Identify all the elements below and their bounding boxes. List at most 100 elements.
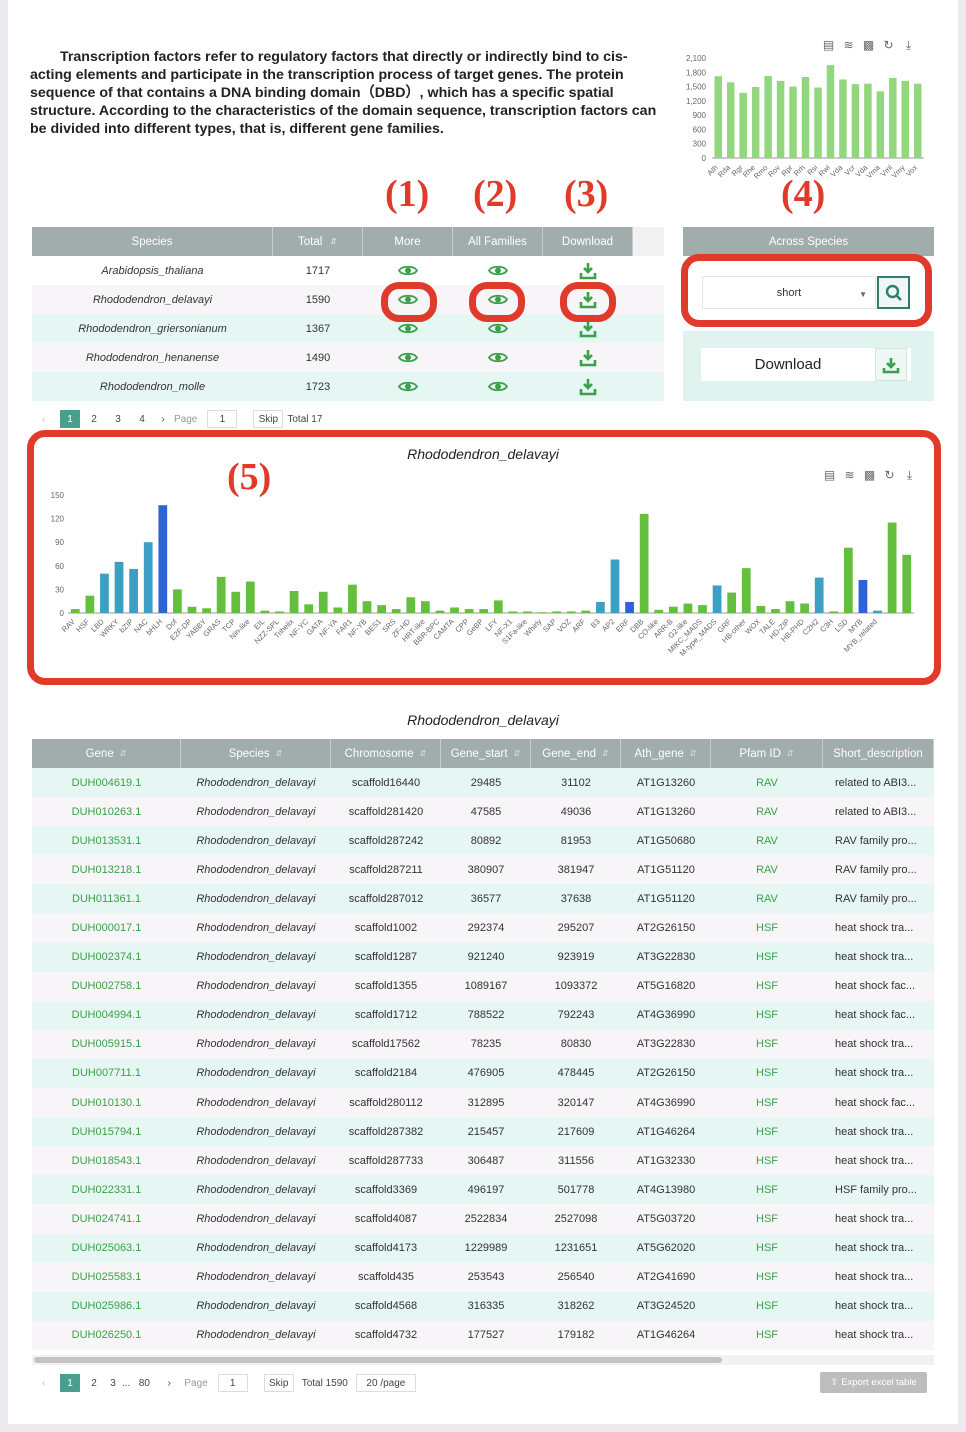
family-bar[interactable] (420, 601, 430, 613)
families-eye-icon[interactable] (453, 372, 543, 401)
sort-icon[interactable]: ⇵ (420, 749, 427, 758)
gene-id-link[interactable]: DUH010130.1 (32, 1088, 181, 1117)
family-bar[interactable] (362, 601, 372, 613)
family-bar[interactable] (216, 576, 226, 613)
family-bar[interactable] (683, 603, 693, 613)
download-icon[interactable] (543, 256, 633, 285)
sort-icon[interactable]: ⇵ (276, 749, 283, 758)
family-bar[interactable] (114, 561, 124, 613)
pfam-id-link[interactable]: HSF (711, 1030, 823, 1059)
pfam-id-link[interactable]: HSF (711, 1204, 823, 1233)
species-bar[interactable] (714, 76, 722, 158)
species-bar[interactable] (751, 87, 760, 158)
gene-id-link[interactable]: DUH000017.1 (32, 913, 181, 942)
family-bar[interactable] (727, 592, 737, 613)
family-bar[interactable] (143, 542, 153, 613)
family-bar[interactable] (202, 608, 211, 613)
page-4[interactable]: 4 (132, 410, 152, 428)
family-bar[interactable] (508, 611, 518, 613)
gene-col-header[interactable]: Gene ⇵ (32, 739, 181, 768)
gene-id-link[interactable]: DUH004619.1 (32, 768, 181, 797)
gene-id-link[interactable]: DUH025063.1 (32, 1234, 181, 1263)
species-bar[interactable] (889, 78, 897, 158)
species-bar[interactable] (901, 80, 910, 158)
page-2[interactable]: 2 (84, 410, 104, 428)
family-bar[interactable] (756, 605, 766, 613)
family-bar[interactable] (566, 611, 576, 613)
family-bar[interactable] (377, 605, 386, 613)
family-bar[interactable] (610, 559, 620, 613)
more-eye-icon[interactable] (363, 372, 453, 401)
col-species[interactable]: Species (32, 227, 273, 256)
pfam-id-link[interactable]: HSF (711, 913, 823, 942)
sort-icon[interactable]: ⇵ (787, 749, 794, 758)
pfam-id-link[interactable]: HSF (711, 1001, 823, 1030)
family-bar[interactable] (391, 609, 401, 613)
species-bar[interactable] (801, 77, 810, 158)
gene-id-link[interactable]: DUH013218.1 (32, 855, 181, 884)
gene-id-link[interactable]: DUH025986.1 (32, 1292, 181, 1321)
family-bar[interactable] (406, 597, 416, 613)
family-bar[interactable] (333, 607, 343, 613)
pfam-id-link[interactable]: HSF (711, 1146, 823, 1175)
family-bar[interactable] (843, 547, 853, 613)
pfam-id-link[interactable]: HSF (711, 1175, 823, 1204)
family-bar[interactable] (668, 606, 678, 613)
page-2[interactable]: 2 (84, 1374, 104, 1392)
sort-icon[interactable]: ⇵ (514, 749, 521, 758)
page-3[interactable]: 3 (108, 410, 128, 428)
family-bar[interactable] (231, 591, 241, 613)
pfam-id-link[interactable]: RAV (711, 855, 823, 884)
pfam-id-link[interactable]: HSF (711, 1117, 823, 1146)
family-bar[interactable] (596, 601, 605, 613)
gene-id-link[interactable]: DUH015794.1 (32, 1117, 181, 1146)
family-bar[interactable] (698, 605, 707, 613)
family-bar[interactable] (741, 568, 751, 613)
page-3[interactable]: 3 (108, 1374, 118, 1392)
family-bar[interactable] (625, 601, 634, 613)
download-icon[interactable] (543, 343, 633, 372)
gene-col-header[interactable]: Short_description (823, 739, 934, 768)
more-eye-icon[interactable] (363, 256, 453, 285)
scrollbar-thumb[interactable] (34, 1357, 722, 1363)
gene-id-link[interactable]: DUH025583.1 (32, 1263, 181, 1292)
family-bar[interactable] (552, 611, 562, 613)
species-bar[interactable] (814, 87, 822, 158)
gene-id-link[interactable]: DUH022331.1 (32, 1175, 181, 1204)
family-bar[interactable] (348, 584, 357, 613)
families-eye-icon[interactable] (453, 256, 543, 285)
species-bar[interactable] (851, 84, 860, 158)
gene-col-header[interactable]: Gene_end ⇵ (531, 739, 621, 768)
species-bar[interactable] (914, 83, 922, 158)
family-bar[interactable] (304, 604, 314, 613)
family-bar[interactable] (260, 610, 270, 613)
family-bar[interactable] (814, 577, 824, 613)
pfam-id-link[interactable]: RAV (711, 826, 823, 855)
family-bar[interactable] (654, 609, 664, 613)
sort-icon[interactable]: ⇵ (690, 749, 697, 758)
family-bar[interactable] (771, 609, 780, 613)
sort-icon[interactable]: ⇵ (120, 749, 127, 758)
pfam-id-link[interactable]: HSF (711, 1088, 823, 1117)
gene-id-link[interactable]: DUH010263.1 (32, 797, 181, 826)
species-bar[interactable] (764, 75, 772, 158)
family-bar[interactable] (523, 611, 532, 613)
family-bar[interactable] (435, 610, 445, 613)
species-bar[interactable] (876, 91, 885, 158)
gene-id-link[interactable]: DUH024741.1 (32, 1204, 181, 1233)
family-bar[interactable] (450, 607, 459, 613)
pfam-id-link[interactable]: HSF (711, 943, 823, 972)
family-bar[interactable] (887, 522, 897, 613)
pfam-id-link[interactable]: RAV (711, 797, 823, 826)
gene-id-link[interactable]: DUH002374.1 (32, 943, 181, 972)
species-bar[interactable] (826, 65, 835, 158)
family-bar[interactable] (829, 611, 839, 613)
next-page-icon[interactable]: › (156, 414, 170, 425)
family-bar[interactable] (100, 573, 109, 613)
gene-id-link[interactable]: DUH013531.1 (32, 826, 181, 855)
family-bar[interactable] (902, 554, 912, 613)
download-icon[interactable] (543, 372, 633, 401)
gene-col-header[interactable]: Species ⇵ (181, 739, 331, 768)
family-bar[interactable] (318, 591, 328, 613)
sort-icon[interactable]: ⇵ (602, 749, 609, 758)
